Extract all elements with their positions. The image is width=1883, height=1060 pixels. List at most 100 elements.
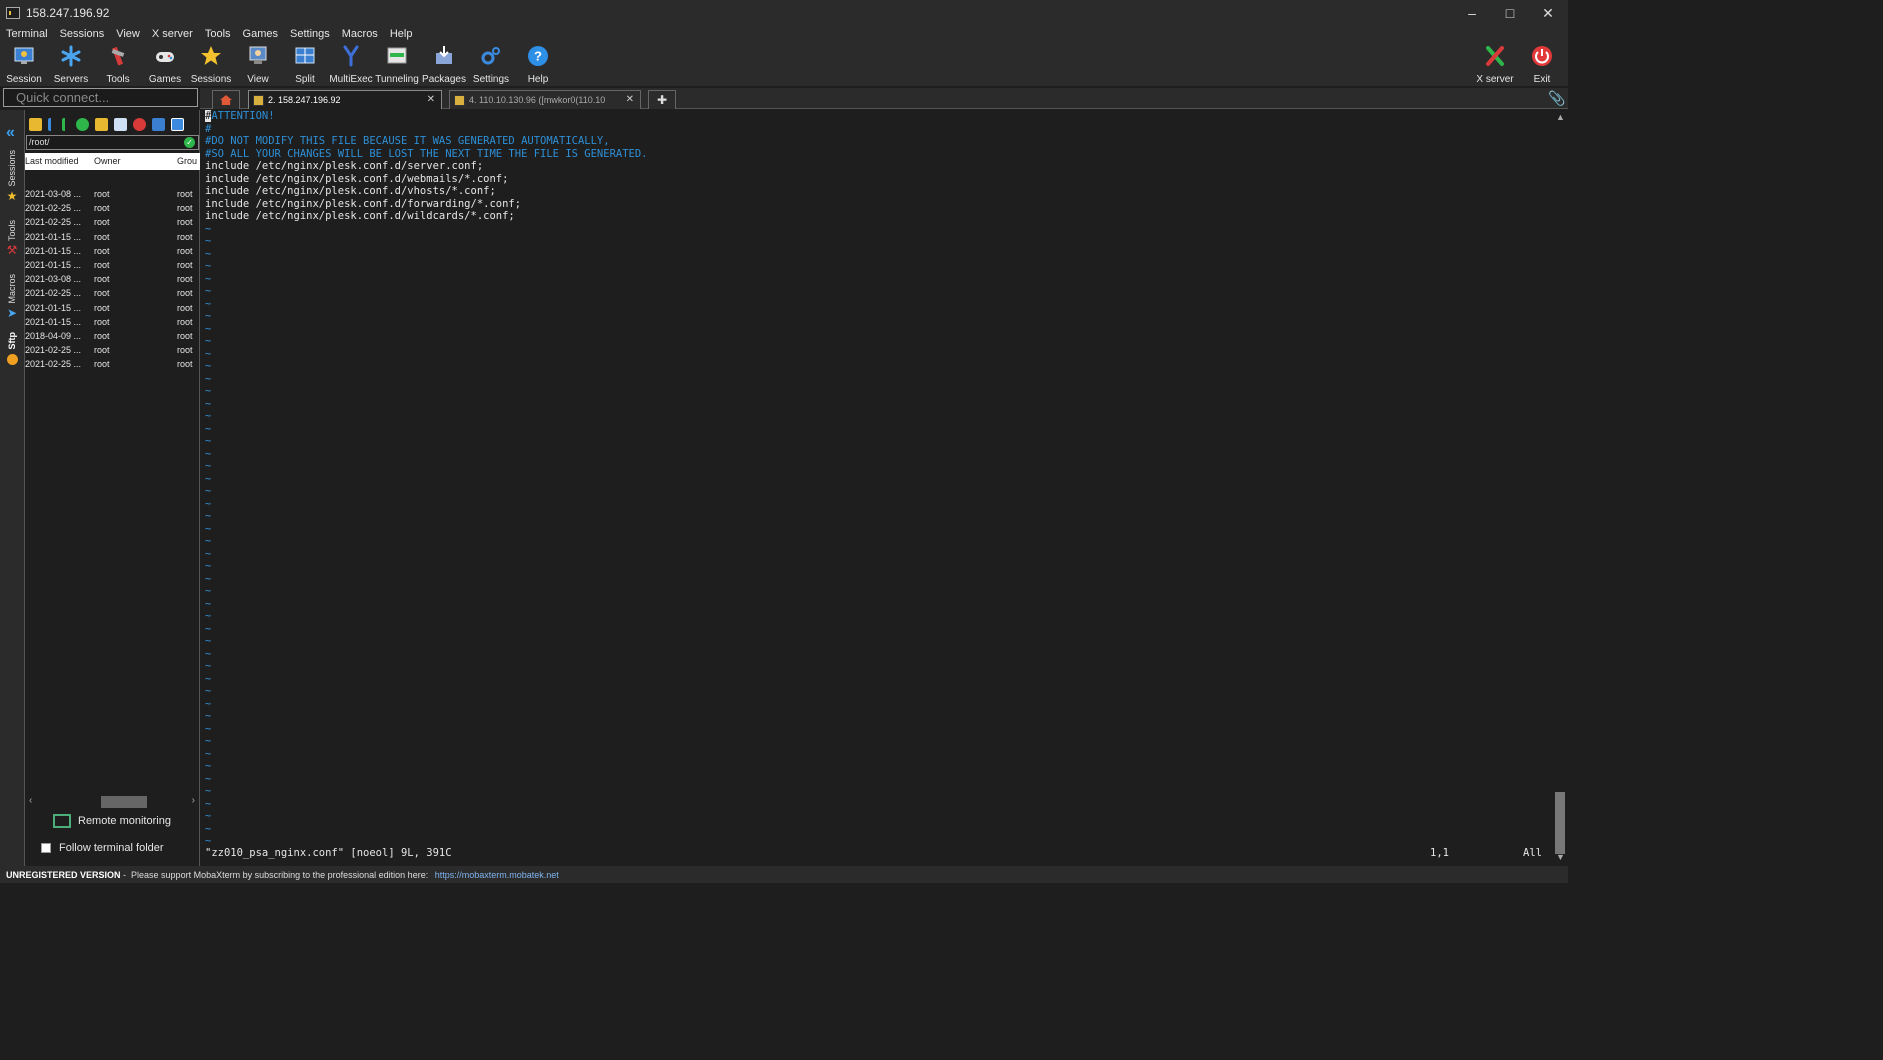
tilde-line: ~ [205,347,212,360]
file-row[interactable]: 2021-02-25 ... root root [25,202,200,216]
file-row[interactable]: 2021-01-15 ... root root [25,231,200,245]
tilde-line: ~ [205,822,212,835]
download-icon[interactable] [48,117,56,131]
xserver-button[interactable]: X server [1472,42,1518,86]
column-group[interactable]: Grou [177,156,197,166]
file-row[interactable]: 2021-01-15 ... root root [25,259,200,273]
hscroll-thumb[interactable] [101,796,147,808]
refresh-icon[interactable] [76,117,89,131]
title-bar: 158.247.196.92 – □ ✕ [0,0,1568,26]
terminal-vscrollbar[interactable]: ▲ ▼ [1552,110,1568,866]
view-button[interactable]: View [235,42,281,86]
mobatek-link[interactable]: https://mobaxterm.mobatek.net [435,870,559,880]
maximize-icon[interactable]: □ [1491,0,1529,26]
terminal-line: #ATTENTION! [205,110,275,122]
menu-tools[interactable]: Tools [205,28,231,40]
tunneling-button[interactable]: Tunneling [374,42,420,86]
menu-macros[interactable]: Macros [342,28,378,40]
help-button[interactable]: ? Help [515,42,561,86]
servers-button[interactable]: Servers [48,42,94,86]
upload-icon[interactable] [62,117,70,131]
file-row[interactable]: 2021-01-15 ... root root [25,302,200,316]
menu-games[interactable]: Games [243,28,278,40]
menu-settings[interactable]: Settings [290,28,330,40]
file-row[interactable]: 2021-01-15 ... root root [25,245,200,259]
tilde-line: ~ [205,260,212,272]
file-row[interactable]: 2021-02-25 ... root root [25,344,200,358]
minimize-icon[interactable]: – [1453,0,1491,26]
scroll-right-icon[interactable]: › [192,795,195,806]
column-owner[interactable]: Owner [94,156,121,166]
vscroll-thumb[interactable] [1555,792,1565,854]
packages-icon [432,44,456,68]
terminal-line: #DO NOT MODIFY THIS FILE BECAUSE IT WAS … [205,135,610,147]
new-file-icon[interactable] [114,117,127,131]
close-tab-icon[interactable]: ✕ [626,94,634,105]
file-row[interactable]: 2021-02-25 ... root root [25,287,200,301]
settings-button[interactable]: Settings [468,42,514,86]
sftp-panel: /root/ ✓ Last modified Owner Grou 2021-0… [24,110,200,866]
tools-button[interactable]: Tools [95,42,141,86]
menu-x-server[interactable]: X server [152,28,193,40]
attachment-icon[interactable]: 📎 [1548,90,1565,107]
games-icon [153,44,177,68]
tab-session-4[interactable]: 4. 110.10.130.96 ([mwkor0(110.10 ✕ [449,90,641,109]
tab-session-2[interactable]: 2. 158.247.196.92 ✕ [248,90,442,109]
scroll-down-icon[interactable]: ▼ [1556,852,1565,862]
file-row[interactable]: 2021-03-08 ... root root [25,273,200,287]
path-ok-icon[interactable]: ✓ [184,137,195,148]
tilde-line: ~ [205,472,212,485]
view-icon [246,44,270,68]
follow-terminal-folder-checkbox[interactable]: Follow terminal folder [41,842,164,854]
toolbar: Session Servers Tools Games Sessions Vie… [0,42,1568,86]
tilde-line: ~ [205,622,212,635]
tilde-line: ~ [205,697,212,710]
terminal-view[interactable]: #ATTENTION! # #DO NOT MODIFY THIS FILE B… [202,110,1552,864]
footer-bar: UNREGISTERED VERSION - Please support Mo… [0,866,1568,883]
tilde-line: ~ [205,485,212,497]
file-row[interactable]: 2021-02-25 ... root root [25,216,200,230]
side-tab-macros[interactable]: Macros ➤ [3,274,21,320]
menu-sessions[interactable]: Sessions [60,28,105,40]
file-row[interactable]: 2021-01-15 ... root root [25,316,200,330]
rename-icon[interactable] [152,117,165,131]
new-tab-button[interactable]: ✚ [648,90,676,109]
sftp-toolbar [25,114,201,134]
menu-help[interactable]: Help [390,28,413,40]
status-scroll-position: All [1523,847,1542,859]
file-row[interactable]: 2021-03-08 ... root root [25,188,200,202]
checkbox-box[interactable] [41,843,51,853]
remote-monitoring-button[interactable]: Remote monitoring [53,814,171,828]
sessions-button[interactable]: Sessions [188,42,234,86]
toggle-view-icon[interactable] [171,117,184,131]
games-button[interactable]: Games [142,42,188,86]
menu-view[interactable]: View [116,28,140,40]
quick-connect-input[interactable]: Quick connect... [3,88,198,107]
scroll-left-icon[interactable]: ‹ [29,795,32,806]
scroll-up-icon[interactable]: ▲ [1556,112,1565,122]
split-button[interactable]: Split [282,42,328,86]
exit-button[interactable]: Exit [1519,42,1565,86]
tilde-line: ~ [205,585,212,597]
parent-folder-icon[interactable] [29,117,42,131]
side-tab-sessions[interactable]: Sessions ★ [3,150,21,203]
file-list-hscrollbar[interactable]: ‹ › [29,795,197,808]
packages-button[interactable]: Packages [421,42,467,86]
multiexec-button[interactable]: MultiExec [328,42,374,86]
home-tab[interactable] [212,90,240,109]
delete-icon[interactable] [133,117,146,131]
close-window-icon[interactable]: ✕ [1529,0,1567,26]
close-tab-icon[interactable]: ✕ [427,94,435,105]
settings-icon [479,44,503,68]
side-tab-tools[interactable]: Tools ⚒ [3,220,21,257]
new-folder-icon[interactable] [95,117,108,131]
file-row[interactable]: 2018-04-09 ... root root [25,330,200,344]
tilde-line: ~ [205,447,212,460]
side-tab-sftp[interactable]: Sftp [3,332,21,365]
menu-terminal[interactable]: Terminal [6,28,48,40]
file-row[interactable]: 2021-02-25 ... root root [25,358,200,372]
session-button[interactable]: Session [1,42,47,86]
column-last-modified[interactable]: Last modified [25,156,79,166]
sftp-path-input[interactable]: /root/ ✓ [26,135,199,150]
collapse-sidebar-icon[interactable]: « [6,124,15,142]
